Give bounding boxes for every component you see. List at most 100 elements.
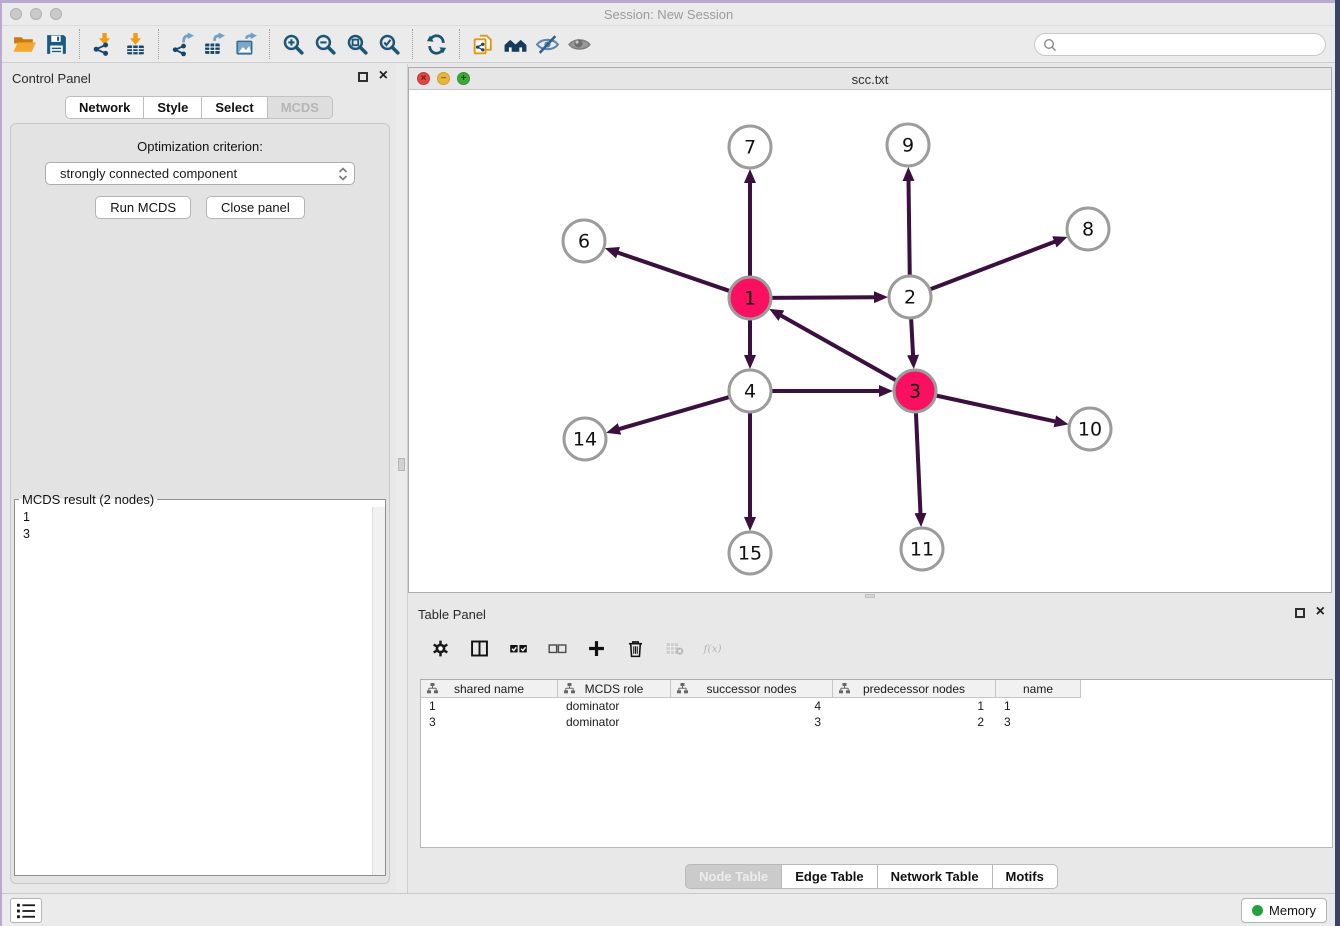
node-7[interactable]: 7 [729, 126, 771, 168]
splitter-grip[interactable] [865, 594, 875, 598]
node-6[interactable]: 6 [563, 220, 605, 262]
refresh-button[interactable] [420, 28, 452, 60]
tab-select[interactable]: Select [202, 96, 267, 119]
table-settings-button[interactable] [429, 637, 451, 659]
delete-table-button[interactable] [663, 637, 685, 659]
task-history-button[interactable] [10, 898, 42, 923]
edge-3-10[interactable] [934, 395, 1056, 422]
node-9[interactable]: 9 [887, 124, 929, 166]
edge-2-9[interactable] [909, 180, 910, 278]
edge-2-3[interactable] [911, 316, 913, 356]
show-view-button[interactable] [563, 28, 595, 60]
toolbar-separator [79, 29, 80, 59]
eye-icon [567, 32, 592, 57]
svg-text:2: 2 [904, 287, 916, 309]
trash-icon [625, 638, 646, 659]
column-header-name[interactable]: name [996, 680, 1081, 698]
zoom-selected-icon [377, 32, 402, 57]
memory-status-icon [1252, 905, 1263, 916]
memory-button[interactable]: Memory [1241, 898, 1327, 923]
table-panel: Table Panel × [408, 600, 1335, 893]
splitter-grip[interactable] [398, 458, 405, 471]
hide-view-button[interactable] [531, 28, 563, 60]
cell-successor_nodes: 3 [671, 714, 833, 730]
zoom-selected-button[interactable] [373, 28, 405, 60]
add-column-button[interactable] [585, 637, 607, 659]
result-scrollbar[interactable] [372, 507, 385, 875]
select-all-button[interactable] [507, 637, 529, 659]
import-network-button[interactable] [87, 28, 119, 60]
zoom-fit-button[interactable] [341, 28, 373, 60]
export-image-icon [234, 32, 259, 57]
deselect-all-button[interactable] [546, 637, 568, 659]
close-panel-icon[interactable]: × [379, 67, 388, 85]
network-view-window: × − + scc.txt 1234678910111415 [408, 67, 1332, 593]
column-header-successor_nodes[interactable]: successor nodes [671, 680, 833, 698]
cell-successor_nodes: 4 [671, 698, 833, 714]
node-1[interactable]: 1 [729, 277, 771, 319]
tab-network-table[interactable]: Network Table [878, 864, 993, 889]
edge-4-14[interactable] [619, 396, 732, 429]
float-table-panel-icon[interactable] [1295, 608, 1305, 618]
node-15[interactable]: 15 [729, 532, 771, 574]
run-mcds-button[interactable]: Run MCDS [95, 196, 191, 219]
export-network-button[interactable] [166, 28, 198, 60]
node-4[interactable]: 4 [729, 370, 771, 412]
svg-text:4: 4 [744, 381, 756, 403]
cell-shared_name: 3 [421, 714, 558, 730]
float-panel-icon[interactable] [358, 72, 368, 82]
criterion-select[interactable]: strongly connected component [45, 162, 355, 185]
tab-network[interactable]: Network [65, 96, 144, 119]
titlebar: Session: New Session [2, 3, 1335, 26]
zoom-fit-icon [345, 32, 370, 57]
clone-network-button[interactable] [467, 28, 499, 60]
column-header-predecessor_nodes[interactable]: predecessor nodes [833, 680, 996, 698]
save-session-button[interactable] [40, 28, 72, 60]
edge-2-8[interactable] [928, 242, 1056, 291]
houses-button[interactable] [499, 28, 531, 60]
memory-label: Memory [1269, 903, 1316, 918]
zoom-out-button[interactable] [309, 28, 341, 60]
search-input[interactable] [1057, 37, 1317, 53]
tab-mcds[interactable]: MCDS [268, 96, 333, 119]
column-header-shared_name[interactable]: shared name [421, 680, 558, 698]
search-icon [1043, 38, 1057, 52]
close-panel-button[interactable]: Close panel [206, 196, 305, 219]
export-table-button[interactable] [198, 28, 230, 60]
node-3[interactable]: 3 [894, 370, 936, 412]
table-row[interactable]: 3dominator323 [421, 714, 1332, 730]
delete-column-button[interactable] [624, 637, 646, 659]
horizontal-splitter[interactable] [408, 593, 1332, 599]
node-14[interactable]: 14 [564, 418, 606, 460]
close-table-panel-icon[interactable]: × [1316, 603, 1325, 621]
edge-1-2[interactable] [769, 297, 875, 298]
table-row[interactable]: 1dominator411 [421, 698, 1332, 714]
add-icon [586, 638, 607, 659]
tab-node-table[interactable]: Node Table [685, 864, 782, 889]
panel-splitter[interactable] [396, 64, 408, 893]
apply-function-button[interactable]: f(x) [702, 637, 724, 659]
network-graph[interactable]: 1 2 3 4 6 7 8 9 10 11 14 15 [409, 90, 1331, 592]
import-table-button[interactable] [119, 28, 151, 60]
column-header-mcds_role[interactable]: MCDS role [558, 680, 671, 698]
svg-text:6: 6 [578, 231, 590, 253]
export-image-button[interactable] [230, 28, 262, 60]
show-columns-button[interactable] [468, 637, 490, 659]
edge-3-11[interactable] [916, 410, 921, 514]
mcds-panel: Optimization criterion: strongly connect… [10, 123, 390, 884]
zoom-in-button[interactable] [277, 28, 309, 60]
tab-style[interactable]: Style [144, 96, 202, 119]
tab-motifs[interactable]: Motifs [993, 864, 1058, 889]
edge-1-6[interactable] [617, 252, 732, 291]
column-header-filler [1081, 680, 1332, 698]
tab-edge-table[interactable]: Edge Table [782, 864, 877, 889]
node-10[interactable]: 10 [1069, 408, 1111, 450]
node-8[interactable]: 8 [1067, 208, 1109, 250]
node-table: shared name MCDS role successor nodes pr… [420, 679, 1333, 848]
svg-text:7: 7 [744, 137, 756, 159]
refresh-icon [424, 32, 449, 57]
node-2[interactable]: 2 [889, 276, 931, 318]
edge-3-1[interactable] [781, 315, 899, 382]
node-11[interactable]: 11 [901, 528, 943, 570]
open-session-button[interactable] [8, 28, 40, 60]
